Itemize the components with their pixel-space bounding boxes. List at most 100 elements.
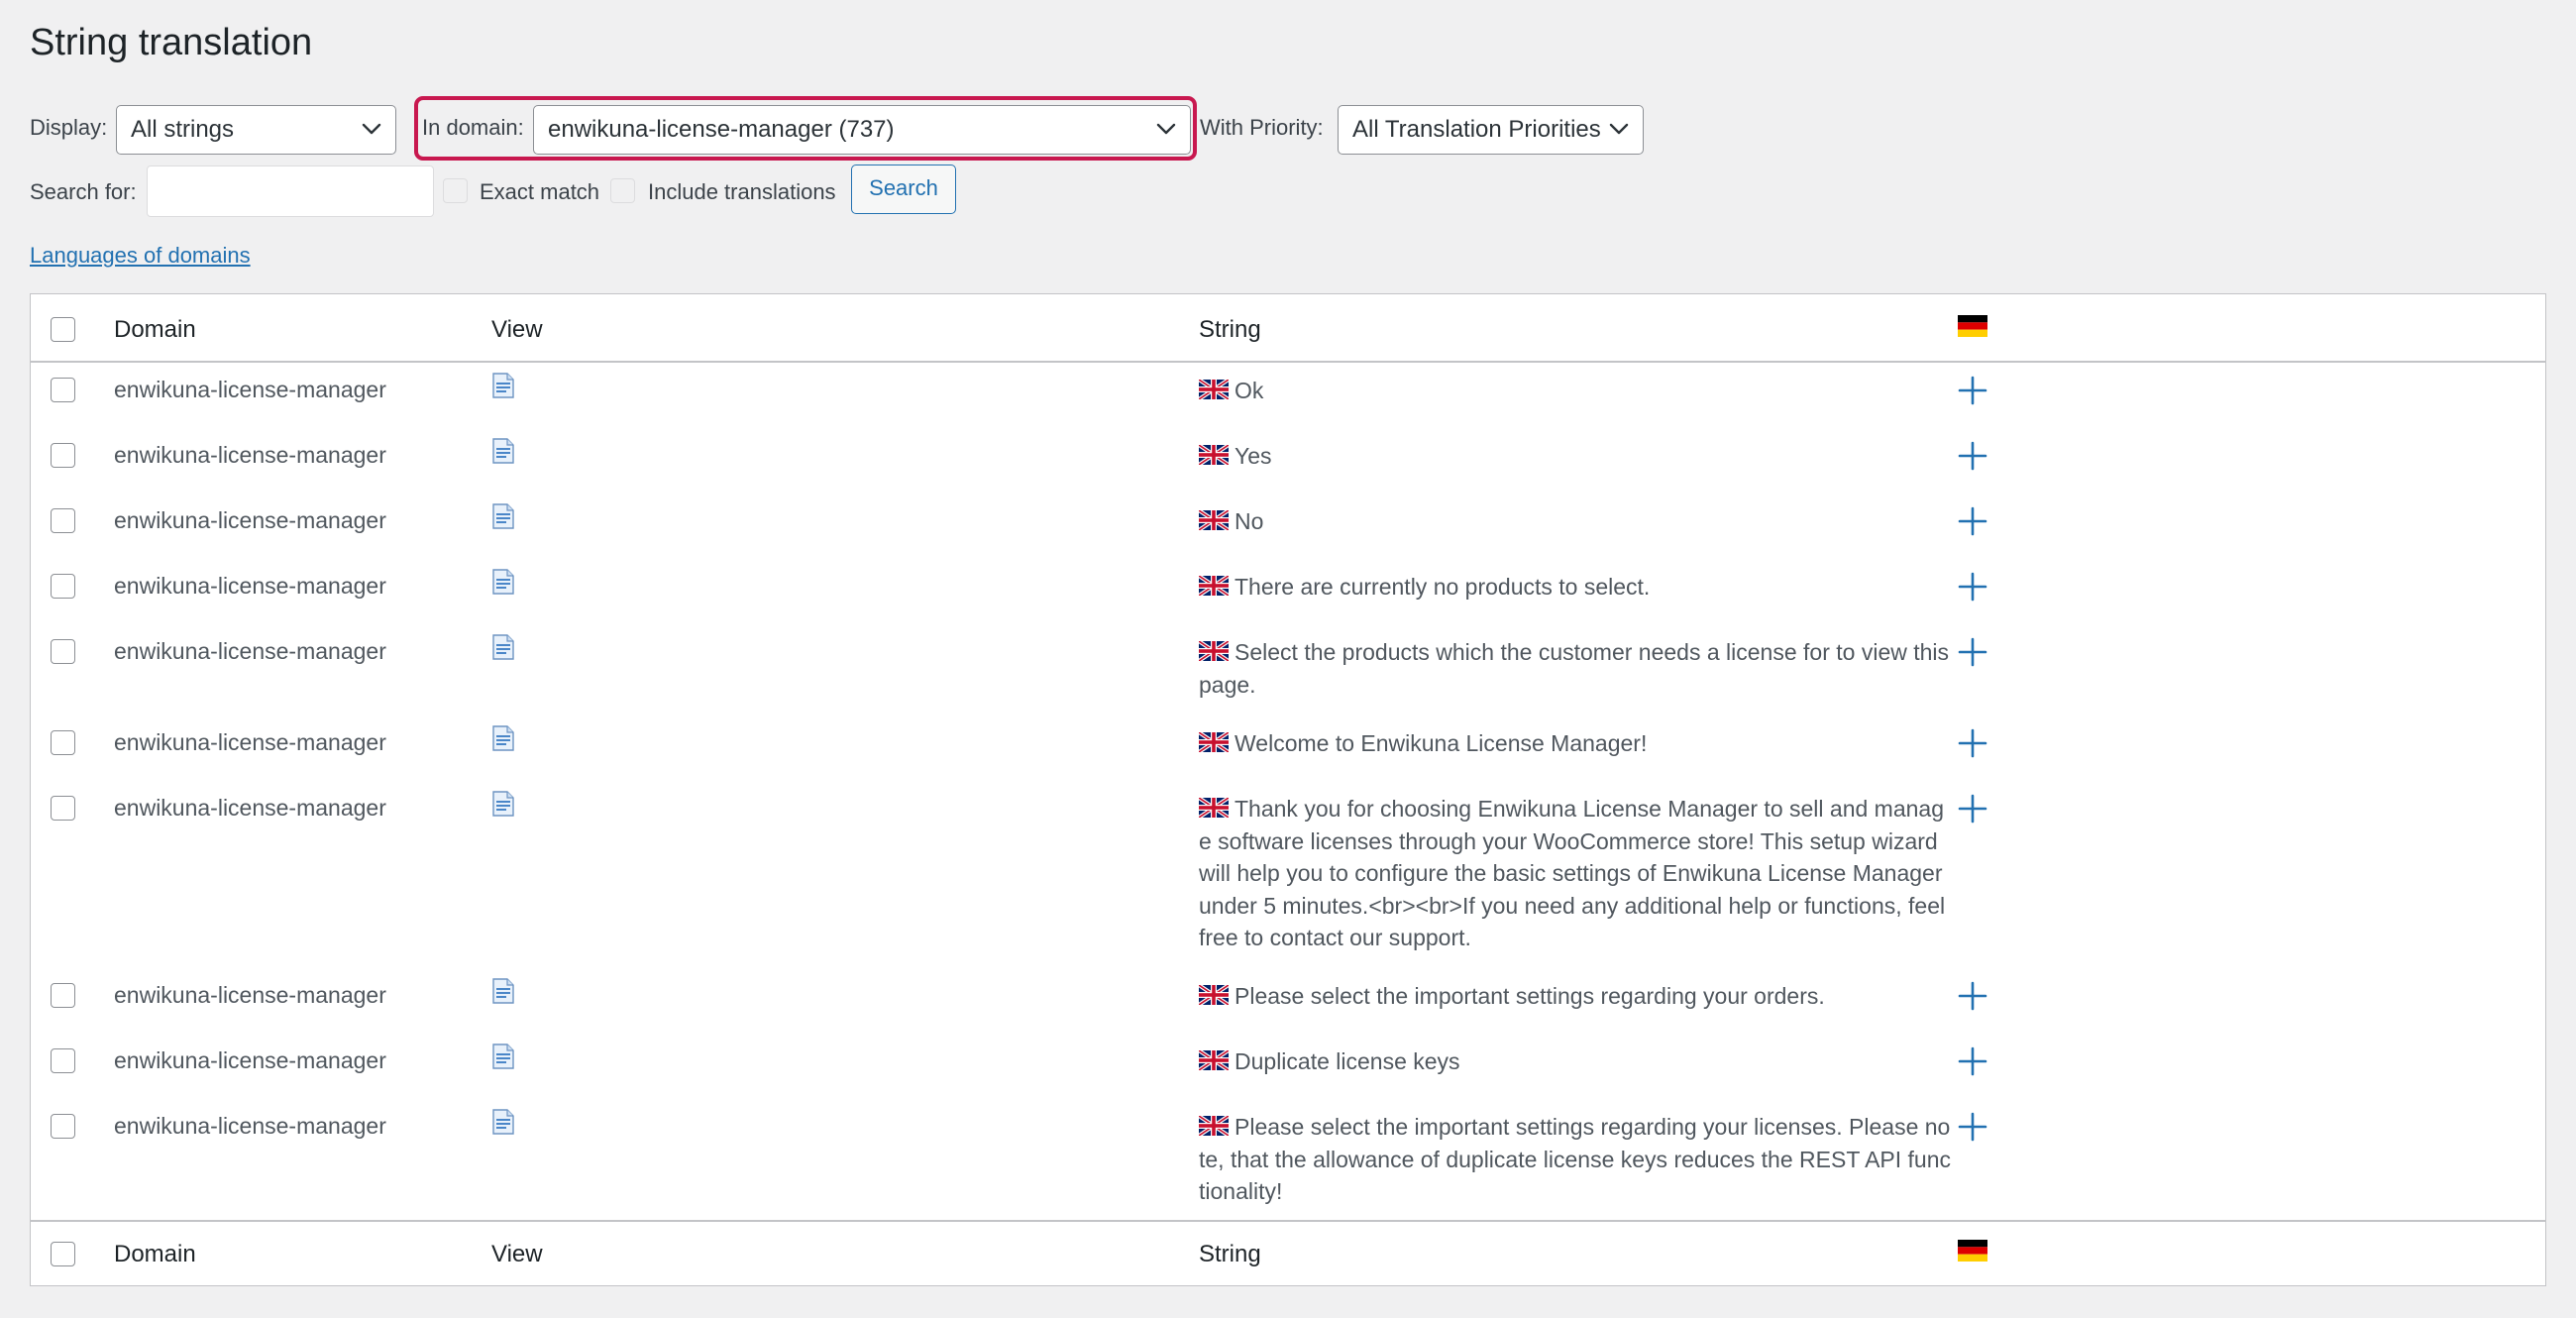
domain-highlight-box bbox=[414, 96, 1197, 161]
select-all-checkbox[interactable] bbox=[51, 317, 75, 342]
exact-match-label: Exact match bbox=[480, 179, 600, 204]
languages-of-domains-link[interactable]: Languages of domains bbox=[30, 243, 251, 269]
view-document-icon[interactable] bbox=[492, 503, 514, 529]
add-translation-plus-icon[interactable] bbox=[1958, 981, 1987, 1011]
row-domain: enwikuna-license-manager bbox=[114, 573, 386, 599]
row-string-text: Please select the important settings reg… bbox=[1199, 1114, 1952, 1204]
add-translation-plus-icon[interactable] bbox=[1958, 441, 1987, 471]
display-select[interactable]: All strings bbox=[116, 105, 396, 155]
include-translations-label: Include translations bbox=[648, 179, 836, 204]
row-domain: enwikuna-license-manager bbox=[114, 442, 386, 468]
column-header-string[interactable]: String bbox=[1199, 316, 1261, 344]
germany-flag-icon bbox=[1958, 315, 1987, 337]
row-string: Select the products which the customer n… bbox=[1199, 636, 1954, 701]
row-string: Please select the important settings reg… bbox=[1199, 1111, 1954, 1208]
view-document-icon[interactable] bbox=[492, 1109, 514, 1135]
row-string-text: Welcome to Enwikuna License Manager! bbox=[1234, 730, 1648, 756]
row-string-text: Duplicate license keys bbox=[1234, 1048, 1460, 1074]
uk-flag-icon bbox=[1199, 641, 1229, 661]
view-document-icon[interactable] bbox=[492, 725, 514, 751]
germany-flag-icon bbox=[1958, 1240, 1987, 1262]
uk-flag-icon bbox=[1199, 1116, 1229, 1136]
column-header-view: View bbox=[491, 316, 543, 343]
display-label: Display: bbox=[30, 115, 108, 140]
chevron-down-icon bbox=[362, 122, 381, 136]
row-checkbox[interactable] bbox=[51, 378, 75, 402]
column-header-domain[interactable]: Domain bbox=[114, 316, 196, 344]
include-translations-checkbox[interactable] bbox=[610, 178, 635, 203]
search-label: Search for: bbox=[30, 179, 137, 204]
uk-flag-icon bbox=[1199, 1050, 1229, 1070]
row-string: Duplicate license keys bbox=[1199, 1045, 1954, 1078]
view-document-icon[interactable] bbox=[492, 978, 514, 1004]
uk-flag-icon bbox=[1199, 732, 1229, 752]
add-translation-plus-icon[interactable] bbox=[1958, 1112, 1987, 1142]
view-document-icon[interactable] bbox=[492, 569, 514, 595]
row-string-text: No bbox=[1234, 508, 1264, 534]
row-domain: enwikuna-license-manager bbox=[114, 729, 386, 755]
row-string-text: Select the products which the customer n… bbox=[1199, 639, 1950, 698]
header-divider bbox=[31, 361, 2545, 363]
row-domain: enwikuna-license-manager bbox=[114, 795, 386, 821]
exact-match-checkbox[interactable] bbox=[443, 178, 468, 203]
footer-divider bbox=[31, 1220, 2545, 1222]
row-domain: enwikuna-license-manager bbox=[114, 1113, 386, 1139]
view-document-icon[interactable] bbox=[492, 791, 514, 817]
row-string: Thank you for choosing Enwikuna License … bbox=[1199, 793, 1954, 954]
row-checkbox[interactable] bbox=[51, 574, 75, 599]
strings-table: Domain View String enwikuna-license-mana… bbox=[30, 293, 2546, 1286]
row-checkbox[interactable] bbox=[51, 639, 75, 664]
row-checkbox[interactable] bbox=[51, 443, 75, 468]
add-translation-plus-icon[interactable] bbox=[1958, 376, 1987, 405]
uk-flag-icon bbox=[1199, 798, 1229, 818]
view-document-icon[interactable] bbox=[492, 438, 514, 464]
priority-select[interactable]: All Translation Priorities bbox=[1338, 105, 1644, 155]
add-translation-plus-icon[interactable] bbox=[1958, 637, 1987, 667]
view-document-icon[interactable] bbox=[492, 373, 514, 398]
add-translation-plus-icon[interactable] bbox=[1958, 1046, 1987, 1076]
row-string: Welcome to Enwikuna License Manager! bbox=[1199, 727, 1954, 760]
column-footer-domain[interactable]: Domain bbox=[114, 1241, 196, 1268]
add-translation-plus-icon[interactable] bbox=[1958, 794, 1987, 824]
select-all-checkbox-footer[interactable] bbox=[51, 1242, 75, 1266]
uk-flag-icon bbox=[1199, 510, 1229, 530]
chevron-down-icon bbox=[1609, 122, 1629, 136]
uk-flag-icon bbox=[1199, 380, 1229, 399]
row-domain: enwikuna-license-manager bbox=[114, 507, 386, 533]
search-button[interactable]: Search bbox=[851, 165, 956, 214]
row-checkbox[interactable] bbox=[51, 508, 75, 533]
uk-flag-icon bbox=[1199, 985, 1229, 1005]
column-footer-view: View bbox=[491, 1241, 543, 1267]
priority-label: With Priority: bbox=[1200, 115, 1324, 140]
row-string: Please select the important settings reg… bbox=[1199, 980, 1954, 1013]
row-checkbox[interactable] bbox=[51, 796, 75, 821]
row-string: Ok bbox=[1199, 375, 1954, 407]
row-string-text: Thank you for choosing Enwikuna License … bbox=[1199, 796, 1946, 950]
row-domain: enwikuna-license-manager bbox=[114, 982, 386, 1008]
row-checkbox[interactable] bbox=[51, 730, 75, 755]
uk-flag-icon bbox=[1199, 576, 1229, 596]
row-string-text: There are currently no products to selec… bbox=[1234, 574, 1651, 600]
row-string-text: Yes bbox=[1234, 443, 1272, 469]
row-checkbox[interactable] bbox=[51, 1048, 75, 1073]
page-title: String translation bbox=[30, 22, 313, 63]
display-select-value: All strings bbox=[131, 116, 235, 143]
row-string: There are currently no products to selec… bbox=[1199, 571, 1954, 604]
view-document-icon[interactable] bbox=[492, 634, 514, 660]
uk-flag-icon bbox=[1199, 445, 1229, 465]
row-string-text: Ok bbox=[1234, 378, 1264, 403]
row-string: Yes bbox=[1199, 440, 1954, 473]
priority-select-value: All Translation Priorities bbox=[1352, 116, 1601, 143]
row-domain: enwikuna-license-manager bbox=[114, 1047, 386, 1073]
row-string: No bbox=[1199, 505, 1954, 538]
row-string-text: Please select the important settings reg… bbox=[1234, 983, 1825, 1009]
add-translation-plus-icon[interactable] bbox=[1958, 506, 1987, 536]
add-translation-plus-icon[interactable] bbox=[1958, 572, 1987, 602]
view-document-icon[interactable] bbox=[492, 1043, 514, 1069]
add-translation-plus-icon[interactable] bbox=[1958, 728, 1987, 758]
column-footer-string[interactable]: String bbox=[1199, 1241, 1261, 1268]
row-domain: enwikuna-license-manager bbox=[114, 377, 386, 402]
search-input[interactable] bbox=[147, 165, 434, 217]
row-checkbox[interactable] bbox=[51, 1114, 75, 1139]
row-checkbox[interactable] bbox=[51, 983, 75, 1008]
